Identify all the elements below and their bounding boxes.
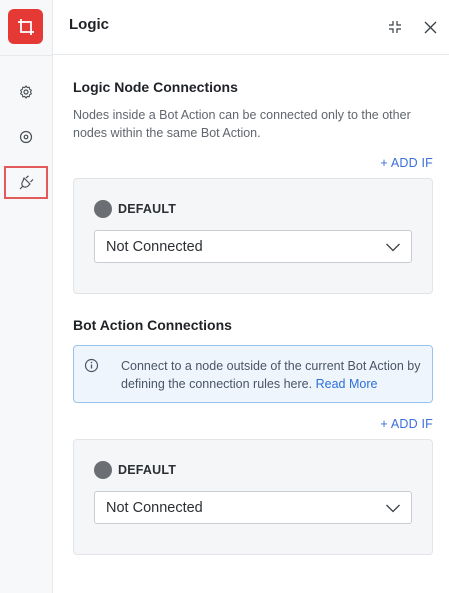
bot-action-section-title: Bot Action Connections — [73, 317, 232, 333]
rail-divider — [0, 55, 53, 56]
logic-node-description: Nodes inside a Bot Action can be connect… — [73, 108, 411, 140]
sidebar-item-settings[interactable] — [12, 78, 40, 106]
bot-action-info-box: Connect to a node outside of the current… — [73, 345, 433, 403]
collapse-icon — [389, 21, 401, 33]
logic-node-add-if-button[interactable]: + ADD IF — [380, 156, 433, 170]
logic-node-default-card: DEFAULT Not Connected — [73, 178, 433, 294]
default-label: DEFAULT — [118, 463, 177, 477]
status-dot — [94, 461, 112, 479]
sidebar-item-logic[interactable] — [4, 166, 48, 199]
bot-action-add-if-button[interactable]: + ADD IF — [380, 417, 433, 431]
plug-icon — [19, 175, 33, 190]
sidebar-item-target[interactable] — [12, 123, 40, 151]
panel-header: Logic — [53, 0, 449, 55]
select-value: Not Connected — [106, 500, 203, 516]
read-more-link[interactable]: Read More — [316, 377, 378, 391]
flow-icon — [17, 18, 34, 35]
status-dot — [94, 200, 112, 218]
chevron-down-icon — [386, 243, 400, 252]
logic-node-connection-select[interactable]: Not Connected — [94, 230, 412, 263]
default-label: DEFAULT — [118, 202, 177, 216]
default-row: DEFAULT — [94, 461, 176, 479]
gear-icon — [20, 85, 32, 99]
default-row: DEFAULT — [94, 200, 176, 218]
close-button[interactable] — [420, 17, 440, 37]
left-rail — [0, 0, 53, 593]
select-value: Not Connected — [106, 239, 203, 255]
collapse-button[interactable] — [385, 17, 405, 37]
target-icon — [19, 130, 33, 144]
chevron-down-icon — [386, 504, 400, 513]
info-icon — [84, 358, 99, 373]
page-title: Logic — [69, 16, 109, 33]
bot-action-connection-select[interactable]: Not Connected — [94, 491, 412, 524]
info-text: Connect to a node outside of the current… — [121, 357, 421, 393]
close-icon — [424, 21, 436, 33]
logic-node-section-title: Logic Node Connections — [73, 79, 238, 95]
bot-action-default-card: DEFAULT Not Connected — [73, 439, 433, 555]
app-logo[interactable] — [8, 9, 43, 44]
